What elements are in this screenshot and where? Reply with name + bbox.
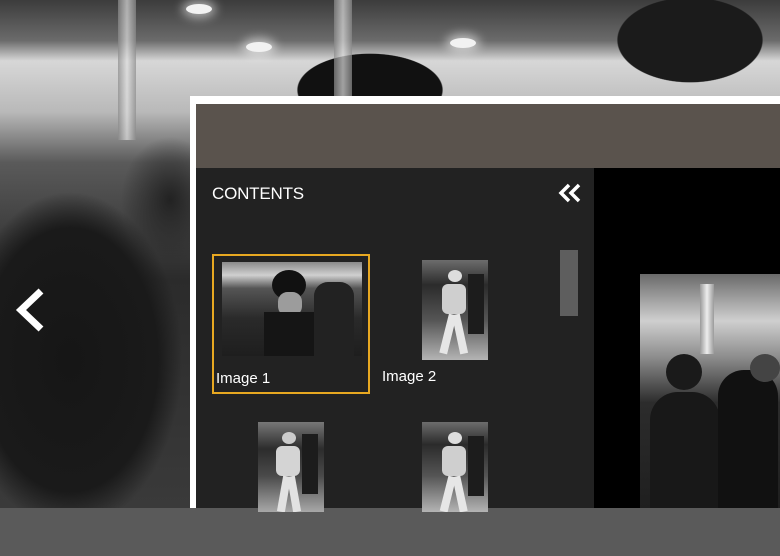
- collapse-panel-button[interactable]: [558, 182, 582, 204]
- viewer-header: [196, 104, 780, 168]
- background-ceiling-light: [246, 42, 272, 52]
- thumbnail-item[interactable]: Image 2: [376, 254, 534, 394]
- thumbnail-label: Image 2: [382, 368, 437, 385]
- main-image-preview: [640, 274, 780, 508]
- background-ceiling-light: [186, 4, 212, 14]
- panel-title: CONTENTS: [212, 184, 304, 203]
- previous-image-button[interactable]: [10, 286, 50, 334]
- thumbnail-image: [422, 422, 488, 512]
- panel-scrollbar[interactable]: [560, 250, 578, 316]
- background-pillar: [118, 0, 136, 140]
- double-chevron-left-icon: [558, 183, 581, 203]
- chevron-left-icon: [15, 288, 44, 332]
- thumbnail-label: Image 1: [216, 370, 271, 387]
- contents-panel: CONTENTS Image 1 Image 2: [196, 168, 594, 512]
- thumbnail-image: [258, 422, 324, 512]
- thumbnail-item[interactable]: Image 1: [212, 254, 370, 394]
- viewer-body: CONTENTS Image 1 Image 2: [196, 104, 780, 512]
- thumbnail-item[interactable]: [212, 416, 370, 556]
- thumbnail-image: [422, 260, 488, 360]
- background-ceiling-light: [450, 38, 476, 48]
- thumbnail-image: [222, 262, 362, 356]
- viewer-window: CONTENTS Image 1 Image 2: [190, 96, 780, 512]
- thumbnail-item[interactable]: [376, 416, 534, 556]
